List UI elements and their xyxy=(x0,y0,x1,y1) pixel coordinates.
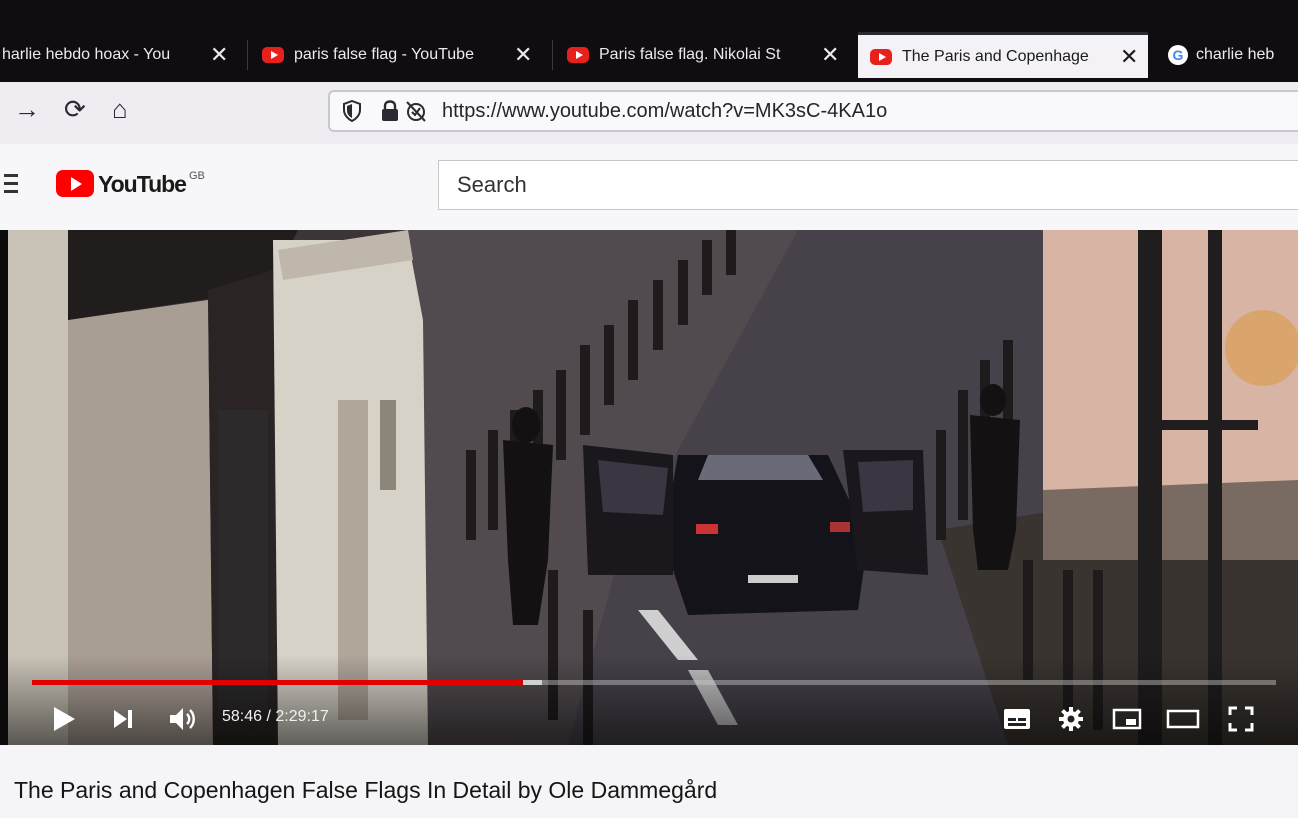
close-icon[interactable]: ✕ xyxy=(821,44,839,66)
next-icon[interactable] xyxy=(112,708,134,730)
played-bar xyxy=(32,680,524,685)
volume-icon[interactable] xyxy=(168,706,198,732)
video-info: The Paris and Copenhagen False Flags In … xyxy=(0,745,1298,818)
tab-title: charlie heb xyxy=(1196,46,1275,63)
browser-tab[interactable]: paris false flag - YouTube ✕ xyxy=(262,32,542,78)
settings-gear-icon[interactable] xyxy=(1058,706,1084,732)
address-bar[interactable]: https://www.youtube.com/watch?v=MK3sC-4K… xyxy=(328,90,1298,132)
close-icon[interactable]: ✕ xyxy=(1120,45,1138,68)
browser-tab-active[interactable]: The Paris and Copenhage ✕ xyxy=(858,32,1148,78)
menu-icon[interactable] xyxy=(4,174,18,198)
search-input[interactable] xyxy=(438,160,1298,210)
tab-separator xyxy=(247,40,248,70)
fullscreen-icon[interactable] xyxy=(1228,706,1254,732)
tab-title: The Paris and Copenhage xyxy=(902,47,1089,65)
forward-arrow-icon[interactable]: → xyxy=(14,96,40,122)
progress-bar[interactable] xyxy=(32,680,1276,685)
youtube-favicon-icon xyxy=(567,47,589,63)
browser-navigation-bar: → ⟳ ⌂ https://www.youtube.com/watch?v=MK… xyxy=(0,82,1298,145)
buffered-bar xyxy=(523,680,543,685)
youtube-wordmark: YouTube xyxy=(98,171,187,197)
home-icon[interactable]: ⌂ xyxy=(112,96,128,122)
browser-tab-strip: harlie hebdo hoax - You ✕ paris false fl… xyxy=(0,0,1298,82)
region-code: GB xyxy=(188,170,205,182)
youtube-logo[interactable]: YouTube GB xyxy=(56,170,205,198)
reload-icon[interactable]: ⟳ xyxy=(64,96,86,122)
url-text: https://www.youtube.com/watch?v=MK3sC-4K… xyxy=(442,99,888,122)
lock-icon[interactable] xyxy=(380,100,400,122)
browser-tab[interactable]: harlie hebdo hoax - You ✕ xyxy=(0,32,245,78)
tab-title: paris false flag - YouTube xyxy=(294,46,474,63)
tab-title: harlie hebdo hoax - You xyxy=(2,46,171,63)
google-favicon-icon: G xyxy=(1168,45,1188,65)
video-player[interactable]: 58:46 / 2:29:17 xyxy=(8,230,1298,745)
tab-separator xyxy=(552,40,553,70)
miniplayer-icon[interactable] xyxy=(1112,708,1142,730)
youtube-masthead: YouTube GB xyxy=(0,144,1298,230)
close-icon[interactable]: ✕ xyxy=(514,44,532,66)
browser-tab[interactable]: Paris false flag. Nikolai St ✕ xyxy=(567,32,847,78)
permissions-icon[interactable] xyxy=(404,99,428,123)
youtube-favicon-icon xyxy=(870,48,892,65)
close-icon[interactable]: ✕ xyxy=(210,44,228,66)
browser-tab[interactable]: G charlie heb xyxy=(1168,32,1298,78)
time-display: 58:46 / 2:29:17 xyxy=(222,708,329,725)
subtitles-icon[interactable] xyxy=(1003,708,1031,730)
tab-title: Paris false flag. Nikolai St xyxy=(599,46,781,63)
video-title: The Paris and Copenhagen False Flags In … xyxy=(14,777,718,803)
youtube-favicon-icon xyxy=(262,47,284,63)
play-icon[interactable] xyxy=(52,706,76,732)
youtube-play-logo-icon xyxy=(56,170,94,197)
theater-mode-icon[interactable] xyxy=(1166,708,1200,730)
shield-icon[interactable] xyxy=(342,100,362,122)
controls-gradient xyxy=(8,655,1298,745)
